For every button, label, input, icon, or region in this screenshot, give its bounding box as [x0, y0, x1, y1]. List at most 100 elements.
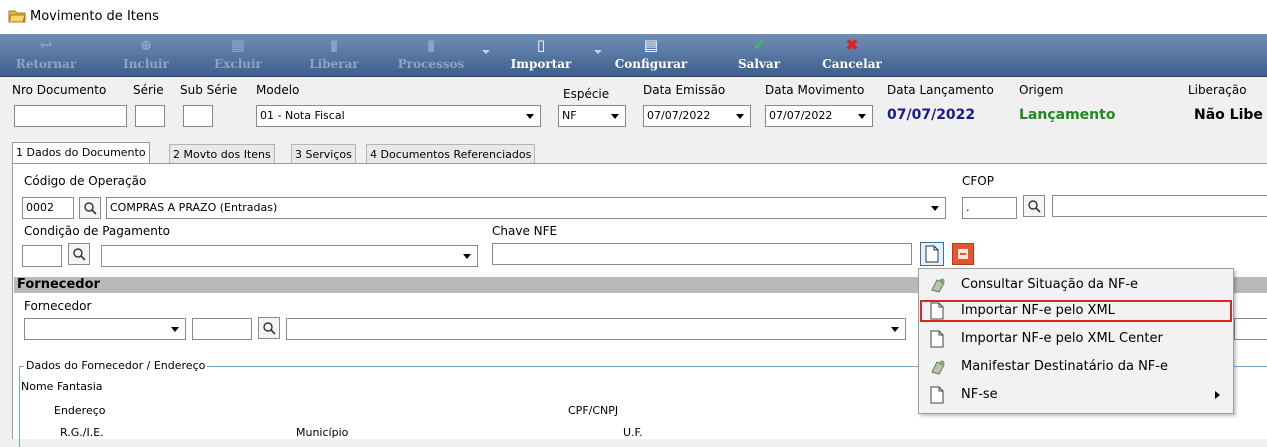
fornecedor-extra-input[interactable]: [1234, 318, 1267, 340]
modelo-select[interactable]: 01 - Nota Fiscal: [256, 105, 541, 127]
fornecedor-label: Fornecedor: [24, 299, 92, 313]
data-movimento-value: 07/07/2022: [769, 109, 833, 122]
processos-dropdown-icon[interactable]: [482, 50, 490, 54]
especie-value: NF: [562, 109, 577, 122]
nfe-status-icon: [931, 360, 945, 375]
endereco-label: Endereço: [54, 404, 106, 417]
liberacao-label: Liberação: [1188, 83, 1247, 97]
config-icon: ▤: [643, 36, 659, 54]
excluir-button[interactable]: ▦ Excluir: [200, 36, 276, 74]
xml-document-icon: [925, 245, 939, 263]
codigo-operacao-input[interactable]: 0002: [22, 197, 74, 219]
menu-item-manifestar-destinatario[interactable]: Manifestar Destinatário da NF-e: [919, 355, 1233, 379]
especie-label: Espécie: [563, 87, 610, 101]
condicao-pagamento-search-button[interactable]: [68, 243, 90, 265]
condicao-pagamento-input[interactable]: [22, 245, 62, 267]
pdf-button[interactable]: [952, 243, 974, 265]
chevron-down-icon: [891, 327, 899, 332]
nfe-status-icon: [931, 278, 945, 293]
data-emissao-label: Data Emissão: [643, 83, 726, 97]
salvar-button[interactable]: ✓ Salvar: [724, 36, 794, 74]
codigo-operacao-label: Código de Operação: [24, 174, 147, 188]
processos-button[interactable]: ▮ Processos: [386, 36, 476, 74]
serie-input[interactable]: [135, 105, 165, 127]
data-emissao-picker[interactable]: 07/07/2022: [643, 105, 751, 127]
fornecedor-select[interactable]: [286, 318, 906, 340]
search-icon: [263, 322, 276, 335]
chevron-down-icon: [736, 114, 744, 119]
nro-documento-label: Nro Documento: [12, 83, 107, 97]
operacao-desc: COMPRAS A PRAZO (Entradas): [110, 201, 278, 214]
codigo-operacao-value: 0002: [26, 201, 54, 214]
cfop-desc-input[interactable]: [1052, 195, 1267, 217]
cpf-cnpj-label: CPF/CNPJ: [568, 404, 619, 417]
configurar-button[interactable]: ▤ Configurar: [610, 36, 692, 74]
incluir-button[interactable]: ⊕ Incluir: [108, 36, 184, 74]
retornar-button[interactable]: ↩ Retornar: [8, 36, 84, 74]
nome-fantasia-label: Nome Fantasia: [21, 380, 103, 393]
chave-nfe-label: Chave NFE: [492, 224, 558, 238]
data-movimento-label: Data Movimento: [765, 83, 865, 97]
submenu-arrow-icon: [1215, 391, 1220, 399]
tab-servicos[interactable]: 3 Serviços: [291, 144, 356, 164]
tab-dados-documento[interactable]: 1 Dados do Documento: [12, 142, 150, 164]
serie-label: Série: [133, 83, 164, 97]
document-icon: ▯: [536, 36, 546, 54]
menu-item-nfse[interactable]: NF-se: [919, 383, 1233, 407]
cancel-icon: ✖: [845, 36, 859, 54]
data-lancamento-value: 07/07/2022: [887, 107, 976, 123]
check-icon: ✓: [752, 36, 766, 54]
cfop-input[interactable]: .: [962, 197, 1017, 219]
dados-fornecedor-group-title: Dados do Fornecedor / Endereço: [24, 359, 208, 372]
modelo-label: Modelo: [256, 83, 300, 97]
sub-serie-input[interactable]: [183, 105, 213, 127]
chave-nfe-input[interactable]: [492, 243, 912, 265]
menu-item-consultar-situacao[interactable]: Consultar Situação da NF-e: [919, 273, 1233, 297]
origem-value: Lançamento: [1019, 107, 1116, 123]
sub-serie-label: Sub Série: [180, 83, 238, 97]
data-movimento-picker[interactable]: 07/07/2022: [765, 105, 873, 127]
search-icon: [1028, 200, 1041, 213]
fornecedor-type-select[interactable]: [24, 318, 186, 340]
tab-documentos-referenciados[interactable]: 4 Documentos Referenciados: [366, 144, 536, 164]
chevron-down-icon: [463, 254, 471, 259]
data-emissao-value: 07/07/2022: [647, 109, 711, 122]
codigo-operacao-search-button[interactable]: [79, 197, 101, 219]
nro-documento-input[interactable]: [14, 105, 127, 127]
condicao-pagamento-select[interactable]: [101, 245, 478, 267]
cancelar-button[interactable]: ✖ Cancelar: [814, 36, 890, 74]
xml-document-icon: [930, 302, 944, 320]
chevron-down-icon: [171, 327, 179, 332]
menu-item-importar-xml[interactable]: Importar NF-e pelo XML: [919, 299, 1233, 323]
pdf-icon: [958, 249, 968, 259]
process-icon: ▮: [426, 36, 436, 54]
uf-label: U.F.: [623, 426, 643, 439]
fornecedor-code-input[interactable]: [192, 318, 252, 340]
nfe-context-menu: Consultar Situação da NF-e Importar NF-e…: [918, 268, 1234, 414]
tab-movto-itens[interactable]: 2 Movto dos Itens: [169, 144, 275, 164]
cfop-label: CFOP: [962, 174, 994, 188]
condicao-pagamento-label: Condição de Pagamento: [24, 224, 170, 238]
data-lancamento-label: Data Lançamento: [887, 83, 994, 97]
xml-document-icon: [930, 330, 944, 348]
operacao-select[interactable]: COMPRAS A PRAZO (Entradas): [106, 197, 946, 219]
folder-icon: [8, 10, 26, 23]
modelo-value: 01 - Nota Fiscal: [260, 109, 345, 122]
especie-select[interactable]: NF: [558, 105, 626, 127]
menu-item-importar-xml-center[interactable]: Importar NF-e pelo XML Center: [919, 327, 1233, 351]
trash-icon: ▦: [230, 36, 246, 54]
rg-ie-label: R.G./I.E.: [60, 426, 104, 439]
search-icon: [84, 202, 97, 215]
return-icon: ↩: [39, 36, 53, 54]
importar-button[interactable]: ▯ Importar: [500, 36, 582, 74]
chevron-down-icon: [858, 114, 866, 119]
chevron-down-icon: [611, 114, 619, 119]
fornecedor-search-button[interactable]: [258, 317, 280, 339]
chevron-down-icon: [526, 114, 534, 119]
importar-dropdown-icon[interactable]: [594, 50, 602, 54]
title-bar: Movimento de Itens: [0, 0, 1267, 35]
cfop-search-button[interactable]: [1023, 195, 1045, 217]
xml-import-button[interactable]: [920, 242, 944, 266]
liberacao-value: Não Libe: [1194, 107, 1263, 123]
liberar-button[interactable]: ▮ Liberar: [296, 36, 372, 74]
